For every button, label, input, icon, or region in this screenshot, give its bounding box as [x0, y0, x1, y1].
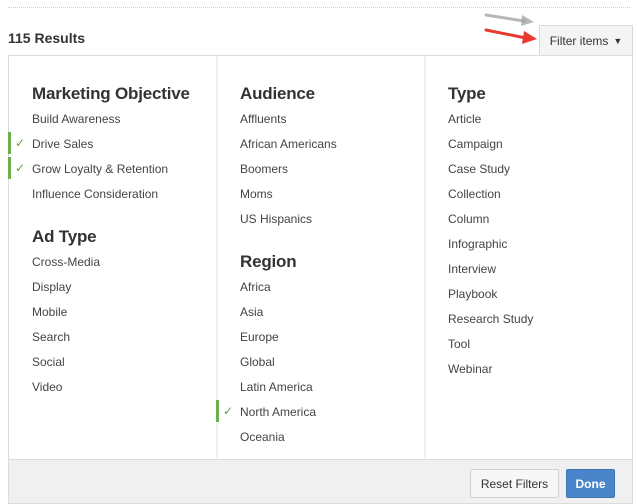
- filter-items-label: Filter items: [549, 34, 609, 48]
- filter-option[interactable]: Global: [240, 355, 275, 369]
- check-icon: ✓: [223, 404, 234, 418]
- filter-column-2: Audience Affluents African Americans Boo…: [216, 56, 424, 459]
- filter-option[interactable]: Moms: [240, 187, 273, 201]
- filter-option[interactable]: Research Study: [448, 312, 533, 326]
- group-title-marketing-objective: Marketing Objective: [32, 84, 190, 103]
- filter-option[interactable]: Asia: [240, 305, 263, 319]
- filter-option[interactable]: Latin America: [240, 380, 313, 394]
- red-arrow-icon: [484, 28, 537, 44]
- group-title-type: Type: [448, 84, 486, 103]
- top-divider: [8, 7, 630, 8]
- filter-option[interactable]: Social: [32, 355, 65, 369]
- filter-option[interactable]: Display: [32, 280, 71, 294]
- filter-option[interactable]: Tool: [448, 337, 470, 351]
- filter-option[interactable]: ✓ Grow Loyalty & Retention: [15, 161, 168, 176]
- filter-option[interactable]: Case Study: [448, 162, 510, 176]
- filter-option[interactable]: ✓ Drive Sales: [15, 136, 93, 151]
- check-icon: ✓: [15, 136, 26, 150]
- selected-indicator: [216, 400, 219, 422]
- results-count: 115 Results: [8, 30, 86, 46]
- filter-option[interactable]: Influence Consideration: [32, 187, 158, 201]
- filter-option[interactable]: Africa: [240, 280, 271, 294]
- group-title-audience: Audience: [240, 84, 315, 103]
- filter-option[interactable]: Europe: [240, 330, 279, 344]
- group-title-ad-type: Ad Type: [32, 227, 97, 246]
- filter-option[interactable]: Boomers: [240, 162, 288, 176]
- filter-column-1: Marketing Objective Build Awareness ✓ Dri…: [8, 56, 216, 459]
- done-button[interactable]: Done: [566, 469, 615, 498]
- filter-column-3: Type Article Campaign Case Study Collect…: [426, 56, 632, 459]
- filter-option[interactable]: Oceania: [240, 430, 285, 444]
- filter-panel: Marketing Objective Build Awareness ✓ Dri…: [8, 55, 633, 504]
- filter-option[interactable]: Video: [32, 380, 62, 394]
- filter-option[interactable]: Affluents: [240, 112, 286, 126]
- filter-option[interactable]: Campaign: [448, 137, 503, 151]
- filter-option[interactable]: Column: [448, 212, 489, 226]
- group-title-region: Region: [240, 252, 297, 271]
- filter-option[interactable]: Article: [448, 112, 481, 126]
- check-icon: ✓: [15, 161, 26, 175]
- filter-option[interactable]: Infographic: [448, 237, 507, 251]
- filter-option[interactable]: Playbook: [448, 287, 497, 301]
- filter-option[interactable]: ✓ North America: [223, 404, 316, 419]
- filter-option[interactable]: Cross-Media: [32, 255, 100, 269]
- filter-items-button[interactable]: Filter items ▼: [539, 25, 633, 56]
- filter-option[interactable]: US Hispanics: [240, 212, 312, 226]
- selected-indicator: [8, 132, 11, 154]
- filter-option[interactable]: Search: [32, 330, 70, 344]
- filter-footer: Reset Filters Done: [9, 459, 632, 503]
- filter-option[interactable]: African Americans: [240, 137, 337, 151]
- reset-filters-button[interactable]: Reset Filters: [470, 469, 559, 498]
- caret-down-icon: ▼: [613, 36, 623, 46]
- selected-indicator: [8, 157, 11, 179]
- filter-option[interactable]: Webinar: [448, 362, 492, 376]
- filter-option[interactable]: Collection: [448, 187, 501, 201]
- filter-option[interactable]: Mobile: [32, 305, 67, 319]
- filter-option[interactable]: Build Awareness: [32, 112, 121, 126]
- filter-option[interactable]: Interview: [448, 262, 496, 276]
